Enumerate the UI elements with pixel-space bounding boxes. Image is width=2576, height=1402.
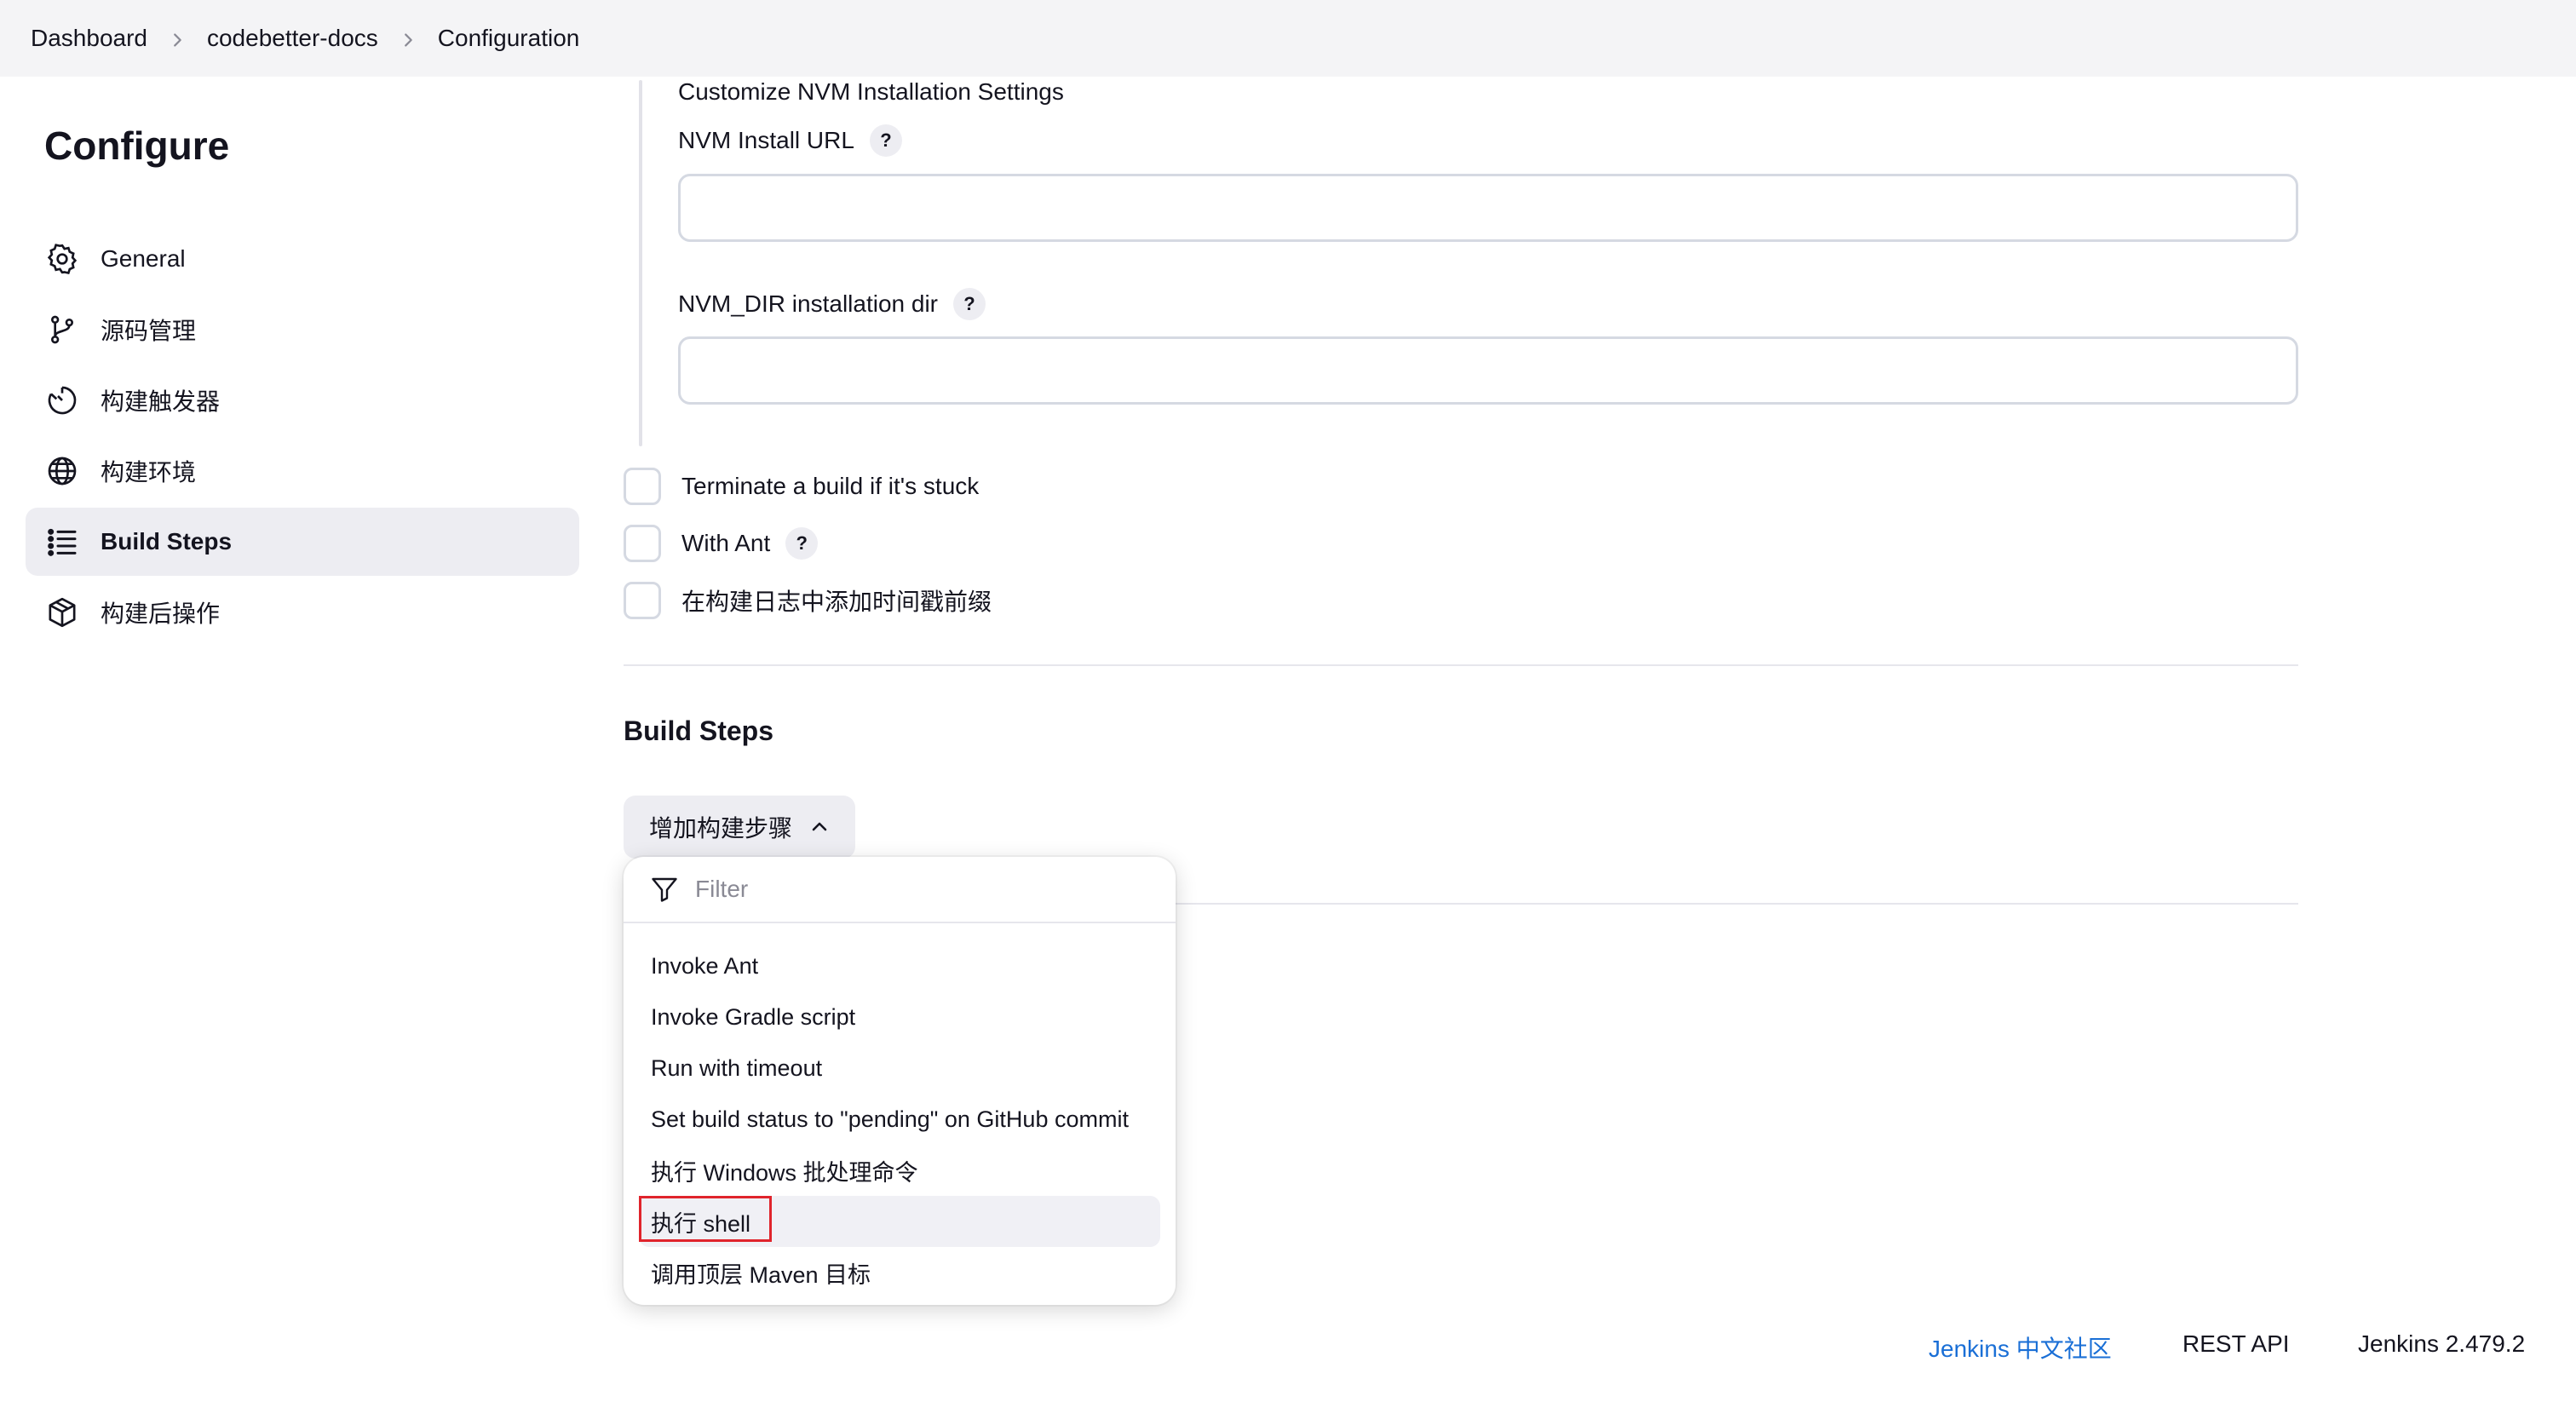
option-terminate-stuck: Terminate a build if it's stuck — [624, 468, 979, 505]
option-label: Terminate a build if it's stuck — [681, 473, 980, 499]
breadcrumb: Dashboard codebetter-docs Configuration — [0, 0, 2576, 77]
timer-icon — [44, 382, 80, 418]
filter-icon — [652, 877, 677, 902]
terminate-stuck-checkbox[interactable] — [624, 468, 661, 505]
footer-rest-api[interactable]: REST API — [2182, 1330, 2290, 1358]
sidebar-item-label: Build Steps — [101, 528, 233, 554]
nvm-install-url-input[interactable] — [678, 174, 2298, 242]
menu-item-run-with-timeout[interactable]: Run with timeout — [639, 1043, 1160, 1094]
sidebar-item-source-control[interactable]: 源码管理 — [26, 296, 579, 364]
option-label: With Ant — [681, 530, 771, 556]
menu-item-invoke-ant[interactable]: Invoke Ant — [639, 940, 1160, 991]
highlight-box — [639, 1196, 772, 1242]
branch-icon — [44, 312, 80, 348]
breadcrumb-configuration: Configuration — [437, 25, 580, 51]
gear-icon — [44, 241, 80, 277]
footer-community-link[interactable]: Jenkins 中文社区 — [1929, 1330, 2112, 1365]
sidebar-item-label: 源码管理 — [101, 318, 197, 344]
sidebar-item-post-build[interactable]: 构建后操作 — [26, 578, 579, 646]
add-build-step-label: 增加构建步骤 — [649, 815, 793, 842]
help-icon[interactable]: ? — [785, 527, 819, 560]
list-icon — [44, 524, 80, 560]
timestamps-checkbox[interactable] — [624, 582, 661, 619]
option-timestamps: 在构建日志中添加时间戳前缀 — [624, 582, 992, 619]
community-link[interactable]: Jenkins 中文社区 — [1929, 1336, 2112, 1362]
chevron-right-icon — [378, 25, 438, 52]
menu-item-invoke-gradle[interactable]: Invoke Gradle script — [639, 991, 1160, 1043]
page-title: Configure — [44, 124, 230, 168]
filter-input[interactable] — [695, 876, 1121, 903]
nvm-settings-heading: Customize NVM Installation Settings — [678, 78, 1064, 105]
section-divider — [624, 664, 2298, 666]
menu-item-maven-targets[interactable]: 调用顶层 Maven 目标 — [639, 1247, 1160, 1298]
breadcrumb-dashboard[interactable]: Dashboard — [31, 25, 147, 52]
chevron-up-icon — [812, 822, 827, 831]
sidebar-item-label: General — [101, 245, 186, 272]
sidebar-item-general[interactable]: General — [26, 225, 579, 293]
help-icon[interactable]: ? — [953, 288, 986, 320]
section-divider — [1176, 903, 2298, 905]
section-indent-line — [639, 80, 642, 446]
menu-item-windows-batch[interactable]: 执行 Windows 批处理命令 — [639, 1145, 1160, 1196]
package-icon — [44, 595, 80, 630]
nvm-install-url-label: NVM Install URL ? — [678, 124, 902, 157]
sidebar-item-label: 构建后操作 — [101, 600, 221, 627]
globe-icon — [44, 453, 80, 489]
sidebar-item-label: 构建环境 — [101, 459, 197, 486]
dropdown-filter — [624, 857, 1176, 923]
help-icon[interactable]: ? — [869, 124, 902, 157]
build-steps-heading: Build Steps — [624, 715, 774, 746]
build-step-dropdown: Invoke Ant Invoke Gradle script Run with… — [624, 857, 1176, 1305]
chevron-right-icon — [147, 25, 207, 52]
sidebar-item-label: 构建触发器 — [101, 388, 221, 415]
with-ant-checkbox[interactable] — [624, 525, 661, 562]
option-with-ant: With Ant ? — [624, 525, 819, 562]
nvm-dir-label: NVM_DIR installation dir ? — [678, 288, 986, 320]
breadcrumb-project[interactable]: codebetter-docs — [207, 25, 378, 52]
option-label: 在构建日志中添加时间戳前缀 — [681, 589, 992, 615]
add-build-step-button[interactable]: 增加构建步骤 — [624, 796, 855, 859]
sidebar-item-build-steps[interactable]: Build Steps — [26, 508, 579, 576]
sidebar-item-build-triggers[interactable]: 构建触发器 — [26, 366, 579, 434]
footer-version[interactable]: Jenkins 2.479.2 — [2358, 1330, 2525, 1358]
nvm-dir-input[interactable] — [678, 336, 2298, 405]
sidebar-item-build-environment[interactable]: 构建环境 — [26, 437, 579, 505]
menu-item-set-build-status[interactable]: Set build status to "pending" on GitHub … — [639, 1094, 1160, 1145]
